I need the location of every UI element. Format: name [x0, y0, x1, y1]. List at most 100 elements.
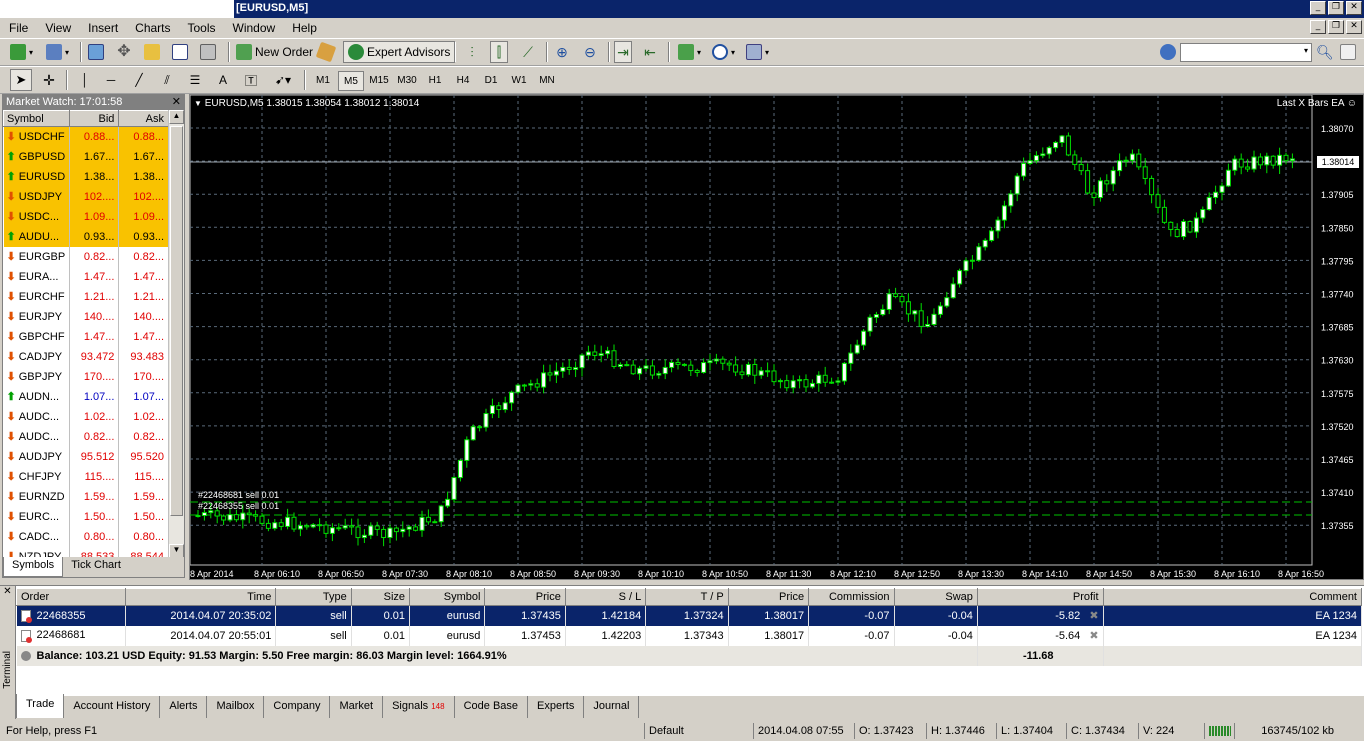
- options-gear-icon[interactable]: [1160, 44, 1176, 60]
- new-chart-icon[interactable]: [10, 44, 26, 60]
- equidistant-channel-icon[interactable]: ⫽: [164, 73, 169, 88]
- trade-row[interactable]: 22468355 2014.04.07 20:35:02 sell 0.01 eurus…: [16, 605, 1363, 626]
- market-watch-row[interactable]: ⬇ USDJPY 102.... 102....: [3, 186, 169, 207]
- minimize-button[interactable]: _: [1310, 1, 1326, 15]
- zoom-out-icon[interactable]: ⊖: [582, 44, 598, 60]
- strategy-tester-icon[interactable]: [200, 44, 216, 60]
- tab-tick-chart[interactable]: Tick Chart: [63, 557, 129, 577]
- crosshair-icon[interactable]: ✛: [43, 72, 55, 89]
- terminal-icon[interactable]: [172, 44, 188, 60]
- market-watch-row[interactable]: ⬇ AUDC... 1.02... 1.02...: [3, 406, 169, 427]
- tab-account-history[interactable]: Account History: [64, 696, 161, 718]
- tf-m15[interactable]: M15: [366, 71, 392, 91]
- tab-company[interactable]: Company: [264, 696, 331, 718]
- vertical-line-icon[interactable]: │: [81, 73, 89, 87]
- market-watch-row[interactable]: ⬇ AUDJPY 95.512 95.520: [3, 446, 169, 467]
- tab-mailbox[interactable]: Mailbox: [207, 696, 265, 718]
- horizontal-line-icon[interactable]: ─: [107, 73, 116, 87]
- market-watch-row[interactable]: ⬆ EURUSD 1.38... 1.38...: [3, 166, 169, 187]
- col-commission[interactable]: Commission: [808, 588, 895, 606]
- col-order[interactable]: Order: [16, 588, 126, 606]
- tab-journal[interactable]: Journal: [584, 696, 640, 718]
- market-watch-row[interactable]: ⬇ EURA... 1.47... 1.47...: [3, 266, 169, 287]
- tab-market[interactable]: Market: [330, 696, 384, 718]
- menu-view[interactable]: View: [36, 21, 79, 35]
- tab-alerts[interactable]: Alerts: [160, 696, 208, 718]
- market-watch-scrollbar[interactable]: ▲ ▼: [168, 110, 184, 558]
- col-symbol[interactable]: Symbol: [3, 110, 70, 127]
- trendline-icon[interactable]: ╱: [135, 73, 142, 87]
- restore-button[interactable]: ❐: [1328, 1, 1344, 15]
- tab-code-base[interactable]: Code Base: [455, 696, 529, 718]
- market-watch-row[interactable]: ⬇ EURNZD 1.59... 1.59...: [3, 486, 169, 507]
- child-minimize-button[interactable]: _: [1310, 20, 1326, 34]
- profiles-icon[interactable]: [46, 44, 62, 60]
- market-watch-row[interactable]: ⬇ CADC... 0.80... 0.80...: [3, 526, 169, 547]
- price-chart[interactable]: 1.380701.379601.379051.378501.377951.377…: [190, 95, 1364, 580]
- col-price[interactable]: Price: [484, 588, 566, 606]
- scrollbar-thumb[interactable]: [170, 126, 183, 516]
- tab-symbols[interactable]: Symbols: [3, 557, 64, 577]
- market-watch-row[interactable]: ⬇ USDC... 1.09... 1.09...: [3, 206, 169, 227]
- market-watch-row[interactable]: ⬇ EURGBP 0.82... 0.82...: [3, 246, 169, 267]
- bar-chart-icon[interactable]: ⫶: [464, 44, 480, 60]
- col-symbol[interactable]: Symbol: [409, 588, 486, 606]
- periods-clock-icon[interactable]: [712, 44, 728, 60]
- col-size[interactable]: Size: [350, 588, 411, 606]
- col-comment[interactable]: Comment: [1102, 588, 1363, 606]
- col-t-p[interactable]: T / P: [645, 588, 729, 606]
- expert-advisors-button[interactable]: Expert Advisors: [343, 41, 456, 63]
- close-order-icon[interactable]: ✖: [1089, 610, 1098, 622]
- close-icon[interactable]: ✕: [172, 95, 181, 110]
- text-label-icon[interactable]: 🅃︎: [245, 72, 257, 89]
- market-watch-row[interactable]: ⬆ AUDN... 1.07... 1.07...: [3, 386, 169, 407]
- terminal-close-icon[interactable]: ✕: [0, 586, 15, 597]
- data-window-icon[interactable]: [144, 44, 160, 60]
- tf-m1[interactable]: M1: [310, 71, 336, 91]
- col-swap[interactable]: Swap: [893, 588, 978, 606]
- col-bid[interactable]: Bid: [68, 110, 120, 127]
- menu-window[interactable]: Window: [224, 21, 284, 35]
- market-watch-row[interactable]: ⬇ CHFJPY 115.... 115....: [3, 466, 169, 487]
- text-icon[interactable]: A: [219, 73, 227, 87]
- menu-file[interactable]: File: [0, 21, 36, 35]
- close-order-icon[interactable]: ✖: [1089, 630, 1098, 642]
- arrows-icon[interactable]: ➹▾: [275, 73, 291, 87]
- child-restore-button[interactable]: ❐: [1328, 20, 1344, 34]
- chart-window[interactable]: 1.380701.379601.379051.378501.377951.377…: [189, 94, 1364, 580]
- trade-row[interactable]: 22468681 2014.04.07 20:55:01 sell 0.01 eurus…: [16, 625, 1363, 646]
- col-s-l[interactable]: S / L: [564, 588, 647, 606]
- menu-tools[interactable]: Tools: [179, 21, 224, 35]
- tf-m5[interactable]: M5: [338, 71, 364, 91]
- indicators-icon[interactable]: [678, 44, 694, 60]
- zoom-in-icon[interactable]: ⊕: [554, 44, 570, 60]
- tab-experts[interactable]: Experts: [528, 696, 585, 718]
- templates-icon[interactable]: [746, 44, 762, 60]
- menu-charts[interactable]: Charts: [126, 21, 178, 35]
- col-ask[interactable]: Ask: [118, 110, 169, 127]
- tf-h1[interactable]: H1: [422, 71, 448, 91]
- cursor-icon[interactable]: ➤: [16, 72, 27, 88]
- tab-trade[interactable]: Trade: [16, 694, 65, 718]
- market-watch-row[interactable]: ⬇ EURCHF 1.21... 1.21...: [3, 286, 169, 307]
- col-time[interactable]: Time: [124, 588, 277, 606]
- tf-h4[interactable]: H4: [450, 71, 476, 91]
- market-watch-row[interactable]: ⬇ GBPJPY 170.... 170....: [3, 366, 169, 387]
- tf-mn[interactable]: MN: [534, 71, 560, 91]
- candlestick-icon[interactable]: ⫿: [491, 44, 507, 60]
- chat-icon[interactable]: [1340, 44, 1356, 60]
- close-button[interactable]: ✕: [1346, 1, 1362, 15]
- market-watch-row[interactable]: ⬇ CADJPY 93.472 93.483: [3, 346, 169, 367]
- tf-m30[interactable]: M30: [394, 71, 420, 91]
- market-watch-row[interactable]: ⬆ GBPUSD 1.67... 1.67...: [3, 146, 169, 167]
- col-price[interactable]: Price: [727, 588, 810, 606]
- market-watch-row[interactable]: ⬇ EURJPY 140.... 140....: [3, 306, 169, 327]
- line-chart-icon[interactable]: ⟋: [520, 44, 536, 60]
- tab-signals[interactable]: Signals 148: [383, 696, 455, 718]
- market-watch-row[interactable]: ⬇ USDCHF 0.88... 0.88...: [3, 126, 169, 147]
- market-watch-icon[interactable]: [88, 44, 104, 60]
- metaeditor-icon[interactable]: [315, 41, 337, 63]
- tf-d1[interactable]: D1: [478, 71, 504, 91]
- col-profit[interactable]: Profit: [976, 588, 1104, 606]
- child-close-button[interactable]: ✕: [1346, 20, 1362, 34]
